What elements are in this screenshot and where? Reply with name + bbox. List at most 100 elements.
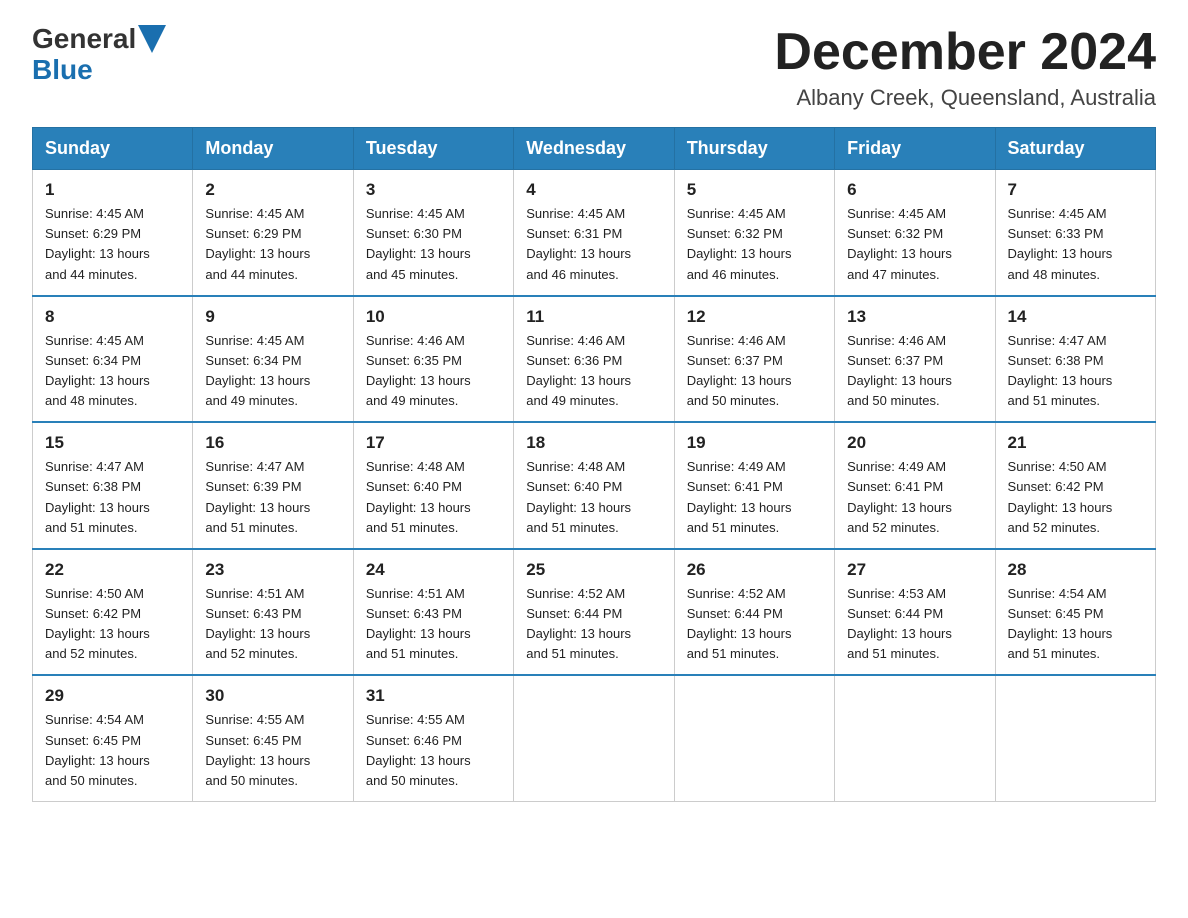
calendar-cell: 27 Sunrise: 4:53 AMSunset: 6:44 PMDaylig… — [835, 549, 995, 676]
calendar-cell: 21 Sunrise: 4:50 AMSunset: 6:42 PMDaylig… — [995, 422, 1155, 549]
calendar-header-row: SundayMondayTuesdayWednesdayThursdayFrid… — [33, 128, 1156, 170]
day-info: Sunrise: 4:45 AMSunset: 6:32 PMDaylight:… — [687, 206, 792, 281]
calendar-week-row: 29 Sunrise: 4:54 AMSunset: 6:45 PMDaylig… — [33, 675, 1156, 801]
calendar-cell: 15 Sunrise: 4:47 AMSunset: 6:38 PMDaylig… — [33, 422, 193, 549]
calendar-cell: 6 Sunrise: 4:45 AMSunset: 6:32 PMDayligh… — [835, 170, 995, 296]
page-header: General Blue December 2024 Albany Creek,… — [32, 24, 1156, 111]
calendar-week-row: 1 Sunrise: 4:45 AMSunset: 6:29 PMDayligh… — [33, 170, 1156, 296]
day-number: 31 — [366, 686, 501, 706]
location-title: Albany Creek, Queensland, Australia — [774, 85, 1156, 111]
calendar-cell: 3 Sunrise: 4:45 AMSunset: 6:30 PMDayligh… — [353, 170, 513, 296]
day-info: Sunrise: 4:45 AMSunset: 6:29 PMDaylight:… — [45, 206, 150, 281]
calendar-cell: 8 Sunrise: 4:45 AMSunset: 6:34 PMDayligh… — [33, 296, 193, 423]
day-number: 29 — [45, 686, 180, 706]
day-number: 5 — [687, 180, 822, 200]
calendar-cell: 18 Sunrise: 4:48 AMSunset: 6:40 PMDaylig… — [514, 422, 674, 549]
calendar-cell: 16 Sunrise: 4:47 AMSunset: 6:39 PMDaylig… — [193, 422, 353, 549]
day-number: 7 — [1008, 180, 1143, 200]
calendar-cell: 28 Sunrise: 4:54 AMSunset: 6:45 PMDaylig… — [995, 549, 1155, 676]
calendar-cell — [514, 675, 674, 801]
day-number: 26 — [687, 560, 822, 580]
day-info: Sunrise: 4:46 AMSunset: 6:35 PMDaylight:… — [366, 333, 471, 408]
day-number: 21 — [1008, 433, 1143, 453]
day-info: Sunrise: 4:49 AMSunset: 6:41 PMDaylight:… — [687, 459, 792, 534]
day-number: 28 — [1008, 560, 1143, 580]
calendar-cell: 19 Sunrise: 4:49 AMSunset: 6:41 PMDaylig… — [674, 422, 834, 549]
day-info: Sunrise: 4:50 AMSunset: 6:42 PMDaylight:… — [1008, 459, 1113, 534]
day-number: 27 — [847, 560, 982, 580]
day-info: Sunrise: 4:53 AMSunset: 6:44 PMDaylight:… — [847, 586, 952, 661]
day-info: Sunrise: 4:46 AMSunset: 6:36 PMDaylight:… — [526, 333, 631, 408]
calendar-cell — [674, 675, 834, 801]
day-number: 9 — [205, 307, 340, 327]
logo-blue-text: Blue — [32, 54, 93, 85]
day-number: 24 — [366, 560, 501, 580]
logo: General Blue — [32, 24, 166, 86]
calendar-cell: 5 Sunrise: 4:45 AMSunset: 6:32 PMDayligh… — [674, 170, 834, 296]
day-number: 19 — [687, 433, 822, 453]
calendar-table: SundayMondayTuesdayWednesdayThursdayFrid… — [32, 127, 1156, 802]
day-info: Sunrise: 4:47 AMSunset: 6:38 PMDaylight:… — [1008, 333, 1113, 408]
day-number: 20 — [847, 433, 982, 453]
day-info: Sunrise: 4:52 AMSunset: 6:44 PMDaylight:… — [526, 586, 631, 661]
day-number: 23 — [205, 560, 340, 580]
day-number: 4 — [526, 180, 661, 200]
day-info: Sunrise: 4:47 AMSunset: 6:39 PMDaylight:… — [205, 459, 310, 534]
calendar-week-row: 22 Sunrise: 4:50 AMSunset: 6:42 PMDaylig… — [33, 549, 1156, 676]
day-number: 10 — [366, 307, 501, 327]
day-number: 13 — [847, 307, 982, 327]
day-number: 6 — [847, 180, 982, 200]
day-number: 12 — [687, 307, 822, 327]
day-info: Sunrise: 4:49 AMSunset: 6:41 PMDaylight:… — [847, 459, 952, 534]
calendar-cell: 17 Sunrise: 4:48 AMSunset: 6:40 PMDaylig… — [353, 422, 513, 549]
day-info: Sunrise: 4:45 AMSunset: 6:31 PMDaylight:… — [526, 206, 631, 281]
calendar-week-row: 8 Sunrise: 4:45 AMSunset: 6:34 PMDayligh… — [33, 296, 1156, 423]
calendar-cell: 7 Sunrise: 4:45 AMSunset: 6:33 PMDayligh… — [995, 170, 1155, 296]
day-info: Sunrise: 4:45 AMSunset: 6:30 PMDaylight:… — [366, 206, 471, 281]
header-thursday: Thursday — [674, 128, 834, 170]
logo-icon — [138, 25, 166, 53]
day-info: Sunrise: 4:54 AMSunset: 6:45 PMDaylight:… — [1008, 586, 1113, 661]
header-monday: Monday — [193, 128, 353, 170]
calendar-cell: 2 Sunrise: 4:45 AMSunset: 6:29 PMDayligh… — [193, 170, 353, 296]
day-number: 18 — [526, 433, 661, 453]
calendar-cell: 4 Sunrise: 4:45 AMSunset: 6:31 PMDayligh… — [514, 170, 674, 296]
calendar-cell: 29 Sunrise: 4:54 AMSunset: 6:45 PMDaylig… — [33, 675, 193, 801]
day-info: Sunrise: 4:45 AMSunset: 6:33 PMDaylight:… — [1008, 206, 1113, 281]
day-number: 25 — [526, 560, 661, 580]
calendar-week-row: 15 Sunrise: 4:47 AMSunset: 6:38 PMDaylig… — [33, 422, 1156, 549]
calendar-cell: 14 Sunrise: 4:47 AMSunset: 6:38 PMDaylig… — [995, 296, 1155, 423]
calendar-cell: 24 Sunrise: 4:51 AMSunset: 6:43 PMDaylig… — [353, 549, 513, 676]
header-tuesday: Tuesday — [353, 128, 513, 170]
day-number: 14 — [1008, 307, 1143, 327]
day-number: 15 — [45, 433, 180, 453]
day-info: Sunrise: 4:45 AMSunset: 6:34 PMDaylight:… — [205, 333, 310, 408]
calendar-cell: 30 Sunrise: 4:55 AMSunset: 6:45 PMDaylig… — [193, 675, 353, 801]
calendar-cell: 26 Sunrise: 4:52 AMSunset: 6:44 PMDaylig… — [674, 549, 834, 676]
day-number: 16 — [205, 433, 340, 453]
calendar-cell: 1 Sunrise: 4:45 AMSunset: 6:29 PMDayligh… — [33, 170, 193, 296]
day-info: Sunrise: 4:45 AMSunset: 6:29 PMDaylight:… — [205, 206, 310, 281]
day-number: 22 — [45, 560, 180, 580]
calendar-cell: 10 Sunrise: 4:46 AMSunset: 6:35 PMDaylig… — [353, 296, 513, 423]
day-info: Sunrise: 4:46 AMSunset: 6:37 PMDaylight:… — [687, 333, 792, 408]
calendar-cell — [835, 675, 995, 801]
day-number: 8 — [45, 307, 180, 327]
day-number: 11 — [526, 307, 661, 327]
calendar-cell: 22 Sunrise: 4:50 AMSunset: 6:42 PMDaylig… — [33, 549, 193, 676]
calendar-cell — [995, 675, 1155, 801]
header-wednesday: Wednesday — [514, 128, 674, 170]
day-info: Sunrise: 4:48 AMSunset: 6:40 PMDaylight:… — [366, 459, 471, 534]
day-info: Sunrise: 4:52 AMSunset: 6:44 PMDaylight:… — [687, 586, 792, 661]
header-saturday: Saturday — [995, 128, 1155, 170]
day-number: 3 — [366, 180, 501, 200]
calendar-cell: 25 Sunrise: 4:52 AMSunset: 6:44 PMDaylig… — [514, 549, 674, 676]
title-area: December 2024 Albany Creek, Queensland, … — [774, 24, 1156, 111]
logo-general-text: General — [32, 24, 136, 55]
calendar-cell: 23 Sunrise: 4:51 AMSunset: 6:43 PMDaylig… — [193, 549, 353, 676]
day-info: Sunrise: 4:51 AMSunset: 6:43 PMDaylight:… — [366, 586, 471, 661]
header-friday: Friday — [835, 128, 995, 170]
calendar-cell: 11 Sunrise: 4:46 AMSunset: 6:36 PMDaylig… — [514, 296, 674, 423]
day-info: Sunrise: 4:45 AMSunset: 6:34 PMDaylight:… — [45, 333, 150, 408]
day-info: Sunrise: 4:51 AMSunset: 6:43 PMDaylight:… — [205, 586, 310, 661]
